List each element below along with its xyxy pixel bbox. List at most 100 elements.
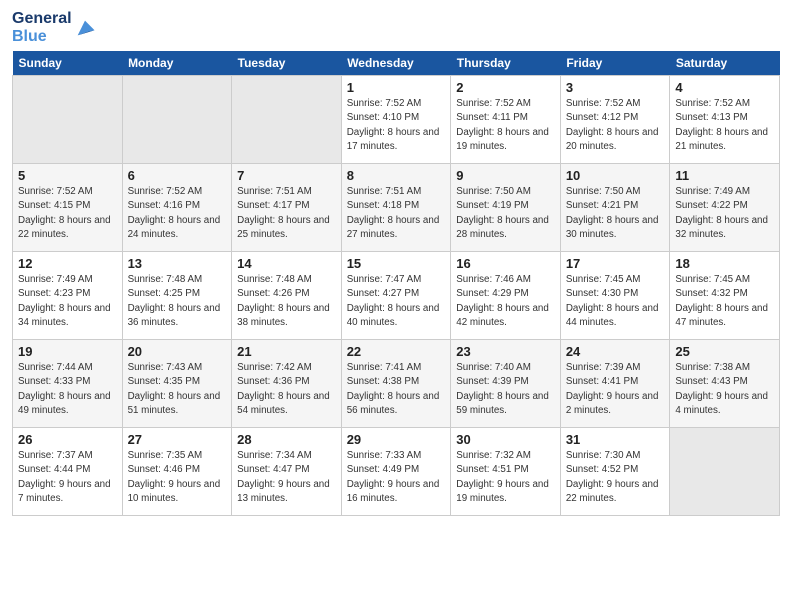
calendar-cell: 8 Sunrise: 7:51 AM Sunset: 4:18 PM Daylig… <box>341 164 451 252</box>
day-number: 27 <box>128 432 227 447</box>
calendar-cell: 24 Sunrise: 7:39 AM Sunset: 4:41 PM Dayli… <box>560 340 670 428</box>
day-number: 28 <box>237 432 336 447</box>
calendar-cell <box>122 76 232 164</box>
day-info: Sunrise: 7:46 AM Sunset: 4:29 PM Dayligh… <box>456 273 555 330</box>
calendar-cell: 17 Sunrise: 7:45 AM Sunset: 4:30 PM Dayli… <box>560 252 670 340</box>
header: GeneralBlue <box>12 10 780 45</box>
day-number: 15 <box>347 256 446 271</box>
day-info: Sunrise: 7:47 AM Sunset: 4:27 PM Dayligh… <box>347 273 446 330</box>
calendar-table: SundayMondayTuesdayWednesdayThursdayFrid… <box>12 51 780 516</box>
day-info: Sunrise: 7:51 AM Sunset: 4:17 PM Dayligh… <box>237 185 336 242</box>
day-info: Sunrise: 7:52 AM Sunset: 4:16 PM Dayligh… <box>128 185 227 242</box>
day-info: Sunrise: 7:49 AM Sunset: 4:23 PM Dayligh… <box>18 273 117 330</box>
weekday-header-sunday: Sunday <box>13 51 123 76</box>
calendar-cell: 29 Sunrise: 7:33 AM Sunset: 4:49 PM Dayli… <box>341 428 451 516</box>
day-number: 1 <box>347 80 446 95</box>
calendar-cell: 16 Sunrise: 7:46 AM Sunset: 4:29 PM Dayli… <box>451 252 561 340</box>
day-number: 11 <box>675 168 774 183</box>
calendar-cell: 4Sunrise: 7:52 AM Sunset: 4:13 PM Daylig… <box>670 76 780 164</box>
day-info: Sunrise: 7:33 AM Sunset: 4:49 PM Dayligh… <box>347 449 446 506</box>
day-number: 4 <box>675 80 774 95</box>
day-number: 26 <box>18 432 117 447</box>
day-number: 12 <box>18 256 117 271</box>
day-number: 21 <box>237 344 336 359</box>
calendar-cell: 26 Sunrise: 7:37 AM Sunset: 4:44 PM Dayli… <box>13 428 123 516</box>
calendar-cell: 1 Sunrise: 7:52 AM Sunset: 4:10 PM Daylig… <box>341 76 451 164</box>
calendar-cell <box>670 428 780 516</box>
day-info: Sunrise: 7:35 AM Sunset: 4:46 PM Dayligh… <box>128 449 227 506</box>
day-info: Sunrise: 7:30 AM Sunset: 4:52 PM Dayligh… <box>566 449 665 506</box>
calendar-cell: 13 Sunrise: 7:48 AM Sunset: 4:25 PM Dayli… <box>122 252 232 340</box>
calendar-cell: 5 Sunrise: 7:52 AM Sunset: 4:15 PM Daylig… <box>13 164 123 252</box>
calendar-cell: 6 Sunrise: 7:52 AM Sunset: 4:16 PM Daylig… <box>122 164 232 252</box>
calendar-cell: 12 Sunrise: 7:49 AM Sunset: 4:23 PM Dayli… <box>13 252 123 340</box>
day-number: 29 <box>347 432 446 447</box>
day-number: 19 <box>18 344 117 359</box>
day-info: Sunrise: 7:39 AM Sunset: 4:41 PM Dayligh… <box>566 361 665 418</box>
calendar-cell: 18 Sunrise: 7:45 AM Sunset: 4:32 PM Dayli… <box>670 252 780 340</box>
page-container: GeneralBlue SundayMondayTuesdayWednesday… <box>0 0 792 524</box>
calendar-cell: 28Sunrise: 7:34 AM Sunset: 4:47 PM Dayli… <box>232 428 342 516</box>
day-info: Sunrise: 7:44 AM Sunset: 4:33 PM Dayligh… <box>18 361 117 418</box>
calendar-cell: 19 Sunrise: 7:44 AM Sunset: 4:33 PM Dayli… <box>13 340 123 428</box>
weekday-header-friday: Friday <box>560 51 670 76</box>
day-info: Sunrise: 7:37 AM Sunset: 4:44 PM Dayligh… <box>18 449 117 506</box>
calendar-cell: 15 Sunrise: 7:47 AM Sunset: 4:27 PM Dayli… <box>341 252 451 340</box>
weekday-header-wednesday: Wednesday <box>341 51 451 76</box>
day-info: Sunrise: 7:49 AM Sunset: 4:22 PM Dayligh… <box>675 185 774 242</box>
day-number: 31 <box>566 432 665 447</box>
day-info: Sunrise: 7:32 AM Sunset: 4:51 PM Dayligh… <box>456 449 555 506</box>
day-info: Sunrise: 7:52 AM Sunset: 4:15 PM Dayligh… <box>18 185 117 242</box>
day-number: 24 <box>566 344 665 359</box>
day-number: 9 <box>456 168 555 183</box>
day-info: Sunrise: 7:41 AM Sunset: 4:38 PM Dayligh… <box>347 361 446 418</box>
day-number: 25 <box>675 344 774 359</box>
calendar-cell: 11 Sunrise: 7:49 AM Sunset: 4:22 PM Dayli… <box>670 164 780 252</box>
day-info: Sunrise: 7:38 AM Sunset: 4:43 PM Dayligh… <box>675 361 774 418</box>
day-info: Sunrise: 7:52 AM Sunset: 4:12 PM Dayligh… <box>566 97 665 154</box>
calendar-week-4: 19 Sunrise: 7:44 AM Sunset: 4:33 PM Dayli… <box>13 340 780 428</box>
day-number: 7 <box>237 168 336 183</box>
calendar-cell: 31 Sunrise: 7:30 AM Sunset: 4:52 PM Dayli… <box>560 428 670 516</box>
day-info: Sunrise: 7:43 AM Sunset: 4:35 PM Dayligh… <box>128 361 227 418</box>
calendar-week-2: 5 Sunrise: 7:52 AM Sunset: 4:15 PM Daylig… <box>13 164 780 252</box>
day-info: Sunrise: 7:50 AM Sunset: 4:21 PM Dayligh… <box>566 185 665 242</box>
day-info: Sunrise: 7:51 AM Sunset: 4:18 PM Dayligh… <box>347 185 446 242</box>
day-number: 5 <box>18 168 117 183</box>
calendar-cell: 14 Sunrise: 7:48 AM Sunset: 4:26 PM Dayli… <box>232 252 342 340</box>
calendar-cell: 30Sunrise: 7:32 AM Sunset: 4:51 PM Dayli… <box>451 428 561 516</box>
day-number: 3 <box>566 80 665 95</box>
calendar-week-1: 1 Sunrise: 7:52 AM Sunset: 4:10 PM Daylig… <box>13 76 780 164</box>
calendar-week-3: 12 Sunrise: 7:49 AM Sunset: 4:23 PM Dayli… <box>13 252 780 340</box>
calendar-cell <box>13 76 123 164</box>
day-info: Sunrise: 7:45 AM Sunset: 4:32 PM Dayligh… <box>675 273 774 330</box>
day-number: 14 <box>237 256 336 271</box>
day-info: Sunrise: 7:45 AM Sunset: 4:30 PM Dayligh… <box>566 273 665 330</box>
calendar-week-5: 26 Sunrise: 7:37 AM Sunset: 4:44 PM Dayli… <box>13 428 780 516</box>
calendar-cell <box>232 76 342 164</box>
day-number: 13 <box>128 256 227 271</box>
calendar-cell: 23Sunrise: 7:40 AM Sunset: 4:39 PM Dayli… <box>451 340 561 428</box>
day-info: Sunrise: 7:48 AM Sunset: 4:25 PM Dayligh… <box>128 273 227 330</box>
day-number: 8 <box>347 168 446 183</box>
day-number: 16 <box>456 256 555 271</box>
day-number: 17 <box>566 256 665 271</box>
day-info: Sunrise: 7:42 AM Sunset: 4:36 PM Dayligh… <box>237 361 336 418</box>
calendar-cell: 22Sunrise: 7:41 AM Sunset: 4:38 PM Dayli… <box>341 340 451 428</box>
day-number: 2 <box>456 80 555 95</box>
weekday-header-row: SundayMondayTuesdayWednesdayThursdayFrid… <box>13 51 780 76</box>
day-number: 18 <box>675 256 774 271</box>
logo-icon <box>74 17 96 39</box>
logo-text: GeneralBlue <box>12 10 72 45</box>
day-info: Sunrise: 7:50 AM Sunset: 4:19 PM Dayligh… <box>456 185 555 242</box>
calendar-cell: 7 Sunrise: 7:51 AM Sunset: 4:17 PM Daylig… <box>232 164 342 252</box>
day-number: 6 <box>128 168 227 183</box>
weekday-header-monday: Monday <box>122 51 232 76</box>
day-number: 23 <box>456 344 555 359</box>
day-info: Sunrise: 7:48 AM Sunset: 4:26 PM Dayligh… <box>237 273 336 330</box>
weekday-header-tuesday: Tuesday <box>232 51 342 76</box>
weekday-header-saturday: Saturday <box>670 51 780 76</box>
calendar-cell: 2Sunrise: 7:52 AM Sunset: 4:11 PM Daylig… <box>451 76 561 164</box>
calendar-cell: 9 Sunrise: 7:50 AM Sunset: 4:19 PM Daylig… <box>451 164 561 252</box>
day-info: Sunrise: 7:52 AM Sunset: 4:10 PM Dayligh… <box>347 97 446 154</box>
